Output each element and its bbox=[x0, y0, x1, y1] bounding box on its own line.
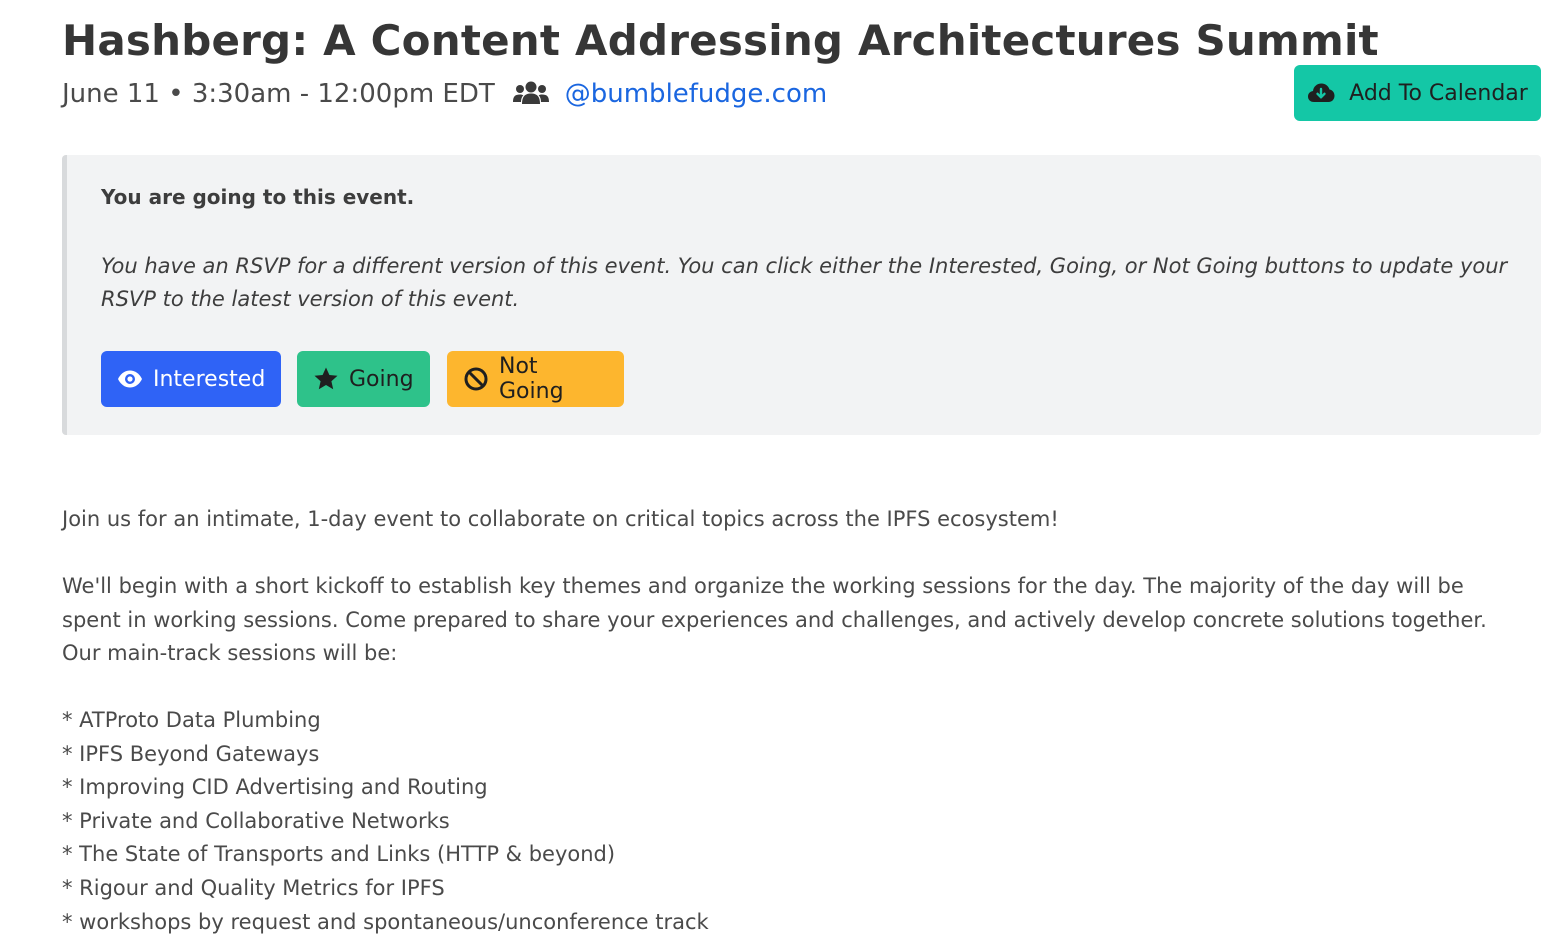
intro-text: Join us for an intimate, 1-day event to … bbox=[62, 507, 1059, 531]
sessions-list: * ATProto Data Plumbing * IPFS Beyond Ga… bbox=[62, 704, 709, 939]
add-to-calendar-label: Add To Calendar bbox=[1349, 80, 1528, 106]
going-label: Going bbox=[349, 366, 414, 392]
list-item: * Improving CID Advertising and Routing bbox=[62, 775, 488, 800]
body-text: We'll begin with a short kickoff to esta… bbox=[62, 574, 1487, 666]
list-item: * Rigour and Quality Metrics for IPFS bbox=[62, 875, 445, 900]
rsvp-status: You are going to this event. bbox=[101, 185, 415, 209]
list-item: * Private and Collaborative Networks bbox=[62, 808, 450, 833]
list-item: * workshops by request and spontaneous/u… bbox=[62, 909, 709, 934]
not-going-label: Not Going bbox=[499, 354, 564, 404]
description-intro: Join us for an intimate, 1-day event to … bbox=[62, 503, 1502, 537]
list-item: * The State of Transports and Links (HTT… bbox=[62, 842, 616, 867]
event-page: Hashberg: A Content Addressing Architect… bbox=[0, 0, 1562, 949]
eye-icon bbox=[117, 366, 143, 392]
rsvp-version-note: You have an RSVP for a different version… bbox=[101, 254, 1508, 311]
event-meta: June 11 • 3:30am - 12:00pm EDT @bumblefu… bbox=[62, 74, 827, 114]
add-to-calendar-button[interactable]: Add To Calendar bbox=[1294, 65, 1541, 121]
not-going-button[interactable]: Not Going bbox=[447, 351, 624, 407]
event-title: Hashberg: A Content Addressing Architect… bbox=[62, 16, 1379, 65]
star-icon bbox=[313, 366, 339, 392]
organizer-link[interactable]: @bumblefudge.com bbox=[565, 79, 827, 109]
interested-label: Interested bbox=[153, 366, 266, 392]
description-body: We'll begin with a short kickoff to esta… bbox=[62, 570, 1502, 671]
cloud-download-icon bbox=[1307, 81, 1335, 105]
users-icon bbox=[512, 80, 549, 108]
ban-icon bbox=[463, 366, 489, 392]
list-item: * ATProto Data Plumbing bbox=[62, 708, 321, 732]
going-button[interactable]: Going bbox=[297, 351, 430, 407]
interested-button[interactable]: Interested bbox=[101, 351, 281, 407]
event-datetime: June 11 • 3:30am - 12:00pm EDT bbox=[62, 79, 495, 109]
list-item: * IPFS Beyond Gateways bbox=[62, 741, 320, 766]
rsvp-panel: You are going to this event. You have an… bbox=[62, 155, 1541, 435]
